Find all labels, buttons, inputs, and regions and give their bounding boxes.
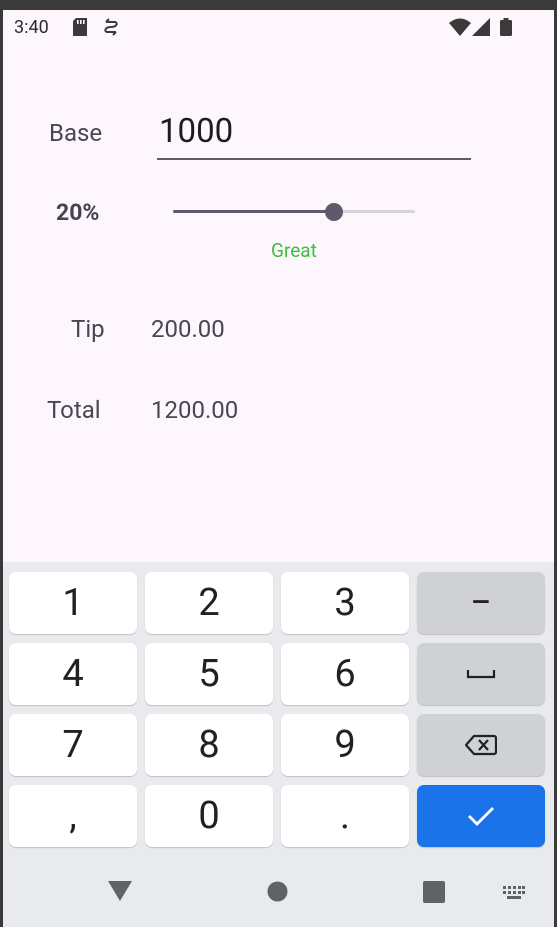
- base-label: Base: [49, 119, 103, 147]
- slider-thumb[interactable]: [325, 203, 344, 221]
- tip-label: Tip: [71, 315, 105, 343]
- slider-active-track: [173, 210, 335, 213]
- key-minus[interactable]: −: [417, 572, 545, 634]
- navigation-bar: [3, 852, 554, 927]
- app-screen: 3:40 Base 1000 20% Great Tip 200.00 Tota…: [3, 10, 554, 927]
- status-time: 3:40: [14, 17, 49, 38]
- key-1[interactable]: 1: [9, 572, 137, 634]
- key-space[interactable]: [417, 643, 545, 705]
- status-bar: 3:40: [3, 10, 554, 46]
- tip-amount: 200.00: [151, 315, 225, 343]
- key-8[interactable]: 8: [145, 714, 273, 776]
- battery-icon: [500, 18, 512, 40]
- sync-icon: [102, 18, 120, 40]
- service-rating-label: Great: [271, 239, 317, 262]
- checkmark-icon: [468, 807, 494, 826]
- cell-signal-icon: [472, 18, 490, 40]
- home-icon[interactable]: [267, 881, 288, 906]
- backspace-icon: [465, 734, 497, 756]
- key-done[interactable]: [417, 785, 545, 847]
- key-4[interactable]: 4: [9, 643, 137, 705]
- key-comma[interactable]: ,: [9, 785, 137, 847]
- tip-percent-slider[interactable]: [173, 202, 417, 222]
- total-label: Total: [47, 396, 101, 424]
- sd-card-icon: [73, 18, 87, 40]
- key-9[interactable]: 9: [281, 714, 409, 776]
- key-backspace[interactable]: [417, 714, 545, 776]
- key-5[interactable]: 5: [145, 643, 273, 705]
- recents-icon[interactable]: [423, 881, 445, 907]
- numeric-keyboard: 1 2 3 − 4 5 6 7 8 9 , 0 .: [3, 562, 554, 927]
- key-3[interactable]: 3: [281, 572, 409, 634]
- key-0[interactable]: 0: [145, 785, 273, 847]
- key-7[interactable]: 7: [9, 714, 137, 776]
- key-period[interactable]: .: [281, 785, 409, 847]
- back-icon[interactable]: [107, 880, 133, 906]
- base-input[interactable]: 1000: [157, 110, 471, 160]
- key-6[interactable]: 6: [281, 643, 409, 705]
- total-amount: 1200.00: [151, 396, 239, 424]
- space-bar-icon: [466, 670, 496, 679]
- wifi-icon: [449, 18, 471, 40]
- tip-percent-label: 20%: [56, 199, 100, 226]
- base-input-value: 1000: [159, 112, 234, 151]
- key-2[interactable]: 2: [145, 572, 273, 634]
- keyboard-switch-icon[interactable]: [503, 885, 525, 904]
